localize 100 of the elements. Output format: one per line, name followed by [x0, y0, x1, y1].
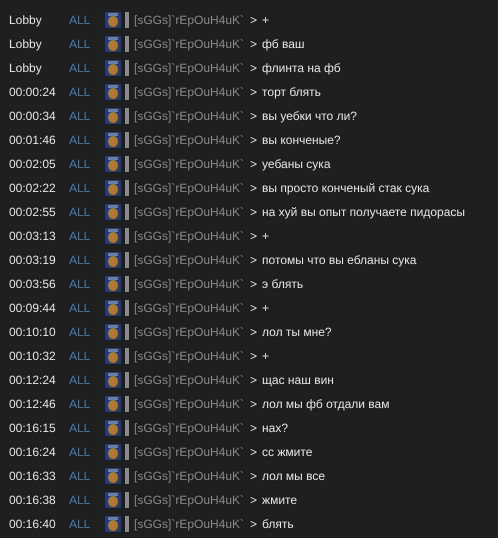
chat-message: вы просто конченый стак сука	[262, 181, 430, 195]
player-name: [sGGs]`rEpOuH4uK`	[134, 469, 244, 483]
separator: >	[250, 445, 258, 459]
timestamp: 00:03:56	[8, 277, 57, 291]
team-bar	[125, 372, 129, 388]
player-name: [sGGs]`rEpOuH4uK`	[134, 61, 244, 75]
player-name: [sGGs]`rEpOuH4uK`	[134, 397, 244, 411]
team-bar	[125, 492, 129, 508]
channel-label: ALL	[69, 13, 92, 27]
team-bar	[125, 396, 129, 412]
chat-message: вы уебки что ли?	[262, 109, 357, 123]
channel-label: ALL	[69, 85, 92, 99]
channel-label: ALL	[69, 205, 92, 219]
channel-label: ALL	[69, 181, 92, 195]
chat-message: жмите	[262, 493, 298, 507]
avatar-icon	[105, 84, 121, 100]
separator: >	[250, 205, 258, 219]
team-bar	[125, 276, 129, 292]
separator: >	[250, 493, 258, 507]
separator: >	[250, 277, 258, 291]
chat-message: лол мы все	[262, 469, 326, 483]
team-bar	[125, 252, 129, 268]
avatar-icon	[105, 252, 121, 268]
timestamp: Lobby	[8, 37, 43, 51]
channel-label: ALL	[69, 277, 92, 291]
separator: >	[250, 421, 258, 435]
channel-label: ALL	[69, 397, 92, 411]
team-bar	[125, 36, 129, 52]
chat-message: +	[262, 301, 270, 315]
avatar-icon	[105, 324, 121, 340]
avatar-icon	[105, 132, 121, 148]
chat-message: на хуй вы опыт получаете пидорасы	[262, 205, 466, 219]
channel-label: ALL	[69, 493, 92, 507]
team-bar	[125, 300, 129, 316]
separator: >	[250, 397, 258, 411]
channel-label: ALL	[69, 325, 92, 339]
team-bar	[125, 324, 129, 340]
channel-label: ALL	[69, 133, 92, 147]
avatar-icon	[105, 444, 121, 460]
chat-message: потомы что вы ебланы сука	[262, 253, 416, 267]
separator: >	[250, 157, 258, 171]
chat-message: торт блять	[262, 85, 321, 99]
avatar-icon	[105, 180, 121, 196]
timestamp: 00:10:32	[8, 349, 57, 363]
player-name: [sGGs]`rEpOuH4uK`	[134, 157, 244, 171]
avatar-icon	[105, 108, 121, 124]
chat-message: вы конченые?	[262, 133, 341, 147]
team-bar	[125, 180, 129, 196]
chat-message: +	[262, 229, 270, 243]
player-name: [sGGs]`rEpOuH4uK`	[134, 37, 244, 51]
player-name: [sGGs]`rEpOuH4uK`	[134, 229, 244, 243]
timestamp: 00:09:44	[8, 301, 57, 315]
timestamp: 00:12:24	[8, 373, 57, 387]
player-name: [sGGs]`rEpOuH4uK`	[134, 517, 244, 531]
player-name: [sGGs]`rEpOuH4uK`	[134, 13, 244, 27]
avatar-icon	[105, 420, 121, 436]
avatar-icon	[105, 516, 121, 532]
separator: >	[250, 373, 258, 387]
player-name: [sGGs]`rEpOuH4uK`	[134, 349, 244, 363]
separator: >	[250, 37, 258, 51]
player-name: [sGGs]`rEpOuH4uK`	[134, 253, 244, 267]
chat-message: щас наш вин	[262, 373, 334, 387]
avatar-icon	[105, 60, 121, 76]
timestamp: 00:01:46	[8, 133, 57, 147]
separator: >	[250, 325, 258, 339]
team-bar	[125, 204, 129, 220]
channel-label: ALL	[69, 37, 92, 51]
player-name: [sGGs]`rEpOuH4uK`	[134, 421, 244, 435]
separator: >	[250, 229, 258, 243]
avatar-icon	[105, 156, 121, 172]
team-bar	[125, 420, 129, 436]
timestamp: 00:02:05	[8, 157, 57, 171]
avatar-icon	[105, 468, 121, 484]
timestamp: 00:16:33	[8, 469, 57, 483]
avatar-icon	[105, 12, 121, 28]
timestamp: 00:16:40	[8, 517, 57, 531]
chat-message: +	[262, 13, 270, 27]
timestamp: 00:03:19	[8, 253, 57, 267]
channel-label: ALL	[69, 469, 92, 483]
separator: >	[250, 181, 258, 195]
player-name: [sGGs]`rEpOuH4uK`	[134, 109, 244, 123]
timestamp: 00:02:22	[8, 181, 57, 195]
player-name: [sGGs]`rEpOuH4uK`	[134, 205, 244, 219]
team-bar	[125, 228, 129, 244]
separator: >	[250, 61, 258, 75]
avatar-icon	[105, 204, 121, 220]
timestamp: 00:12:46	[8, 397, 57, 411]
team-bar	[125, 348, 129, 364]
team-bar	[125, 60, 129, 76]
avatar-icon	[105, 396, 121, 412]
separator: >	[250, 133, 258, 147]
channel-label: ALL	[69, 373, 92, 387]
timestamp: 00:16:38	[8, 493, 57, 507]
avatar-icon	[105, 300, 121, 316]
channel-label: ALL	[69, 109, 92, 123]
avatar-icon	[105, 36, 121, 52]
timestamp: Lobby	[8, 13, 43, 27]
separator: >	[250, 13, 258, 27]
player-name: [sGGs]`rEpOuH4uK`	[134, 277, 244, 291]
player-name: [sGGs]`rEpOuH4uK`	[134, 325, 244, 339]
